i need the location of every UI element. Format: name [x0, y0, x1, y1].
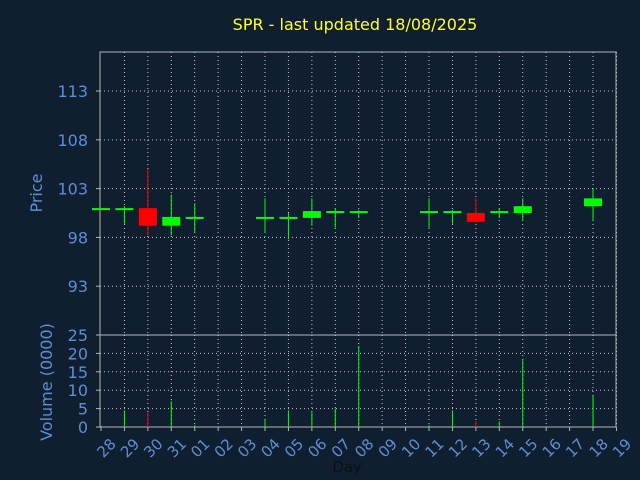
- candle-body: [92, 208, 110, 211]
- price-tick-label: 98: [68, 228, 88, 247]
- x-tick-label: 02: [211, 435, 237, 461]
- x-tick-label: 18: [586, 435, 612, 461]
- volume-axis: 0510152025: [68, 326, 100, 437]
- price-grid: [100, 52, 617, 335]
- price-axis-label: Price: [27, 173, 46, 212]
- candle-body: [584, 198, 603, 207]
- x-tick-label: 06: [304, 435, 330, 461]
- candle-body: [115, 208, 134, 211]
- x-tick-label: 28: [94, 435, 120, 461]
- x-tick-label: 31: [164, 435, 190, 461]
- candle-body: [490, 211, 509, 214]
- x-tick-label: 19: [609, 435, 635, 461]
- price-tick-label: 103: [57, 180, 88, 199]
- candle-body: [162, 216, 181, 226]
- x-tick-label: 04: [258, 435, 284, 461]
- candle-body: [279, 216, 298, 219]
- x-axis-label: Day: [332, 458, 362, 476]
- chart-title: SPR - last updated 18/08/2025: [233, 15, 478, 34]
- x-tick-label: 14: [492, 435, 518, 461]
- candle-body: [185, 216, 204, 219]
- price-plot-frame: [99, 51, 617, 336]
- volume-tick-label: 0: [78, 418, 88, 437]
- stock-chart: SPR - last updated 18/08/2025 93 98 103 108…: [27, 15, 635, 476]
- price-tick-label: 113: [57, 82, 88, 101]
- volume-tick-label: 25: [68, 326, 88, 345]
- price-tick-label: 93: [68, 277, 88, 296]
- x-tick-label: 03: [234, 435, 260, 461]
- volume-plot-frame: [99, 334, 617, 428]
- candle-body: [513, 206, 532, 214]
- x-tick-label: 13: [468, 435, 494, 461]
- x-tick-label: 11: [422, 435, 448, 461]
- candle-body: [420, 211, 439, 214]
- volume-tick-label: 15: [68, 363, 88, 382]
- price-axis: 93 98 103 108 113: [57, 82, 100, 296]
- candle-body: [349, 211, 368, 214]
- candle-body: [138, 208, 157, 226]
- x-tick-label: 10: [398, 435, 424, 461]
- x-tick-label: 29: [117, 435, 143, 461]
- volume-series: [100, 346, 594, 427]
- x-tick-label: 12: [445, 435, 471, 461]
- candle-body: [302, 211, 321, 218]
- volume-tick-label: 20: [68, 344, 88, 363]
- price-tick-label: 108: [57, 131, 88, 150]
- x-axis: 2829303101020304050607080910111213141516…: [94, 427, 635, 461]
- candlestick-series: [92, 169, 603, 240]
- candle-body: [443, 211, 462, 214]
- price-panel: 93 98 103 108 113 Price: [27, 51, 617, 336]
- x-tick-label: 05: [281, 435, 307, 461]
- volume-tick-label: 10: [68, 381, 88, 400]
- x-tick-label: 30: [140, 435, 166, 461]
- volume-panel: 0510152025 Volume (0000): [37, 323, 617, 441]
- volume-axis-label: Volume (0000): [37, 323, 56, 441]
- x-tick-label: 16: [539, 435, 565, 461]
- x-tick-label: 01: [187, 435, 213, 461]
- candle-body: [466, 213, 485, 222]
- candle-body: [256, 216, 275, 219]
- x-tick-label: 15: [515, 435, 541, 461]
- volume-tick-label: 5: [78, 400, 88, 419]
- x-tick-label: 09: [375, 435, 401, 461]
- x-tick-label: 17: [562, 435, 588, 461]
- candle-body: [326, 211, 345, 214]
